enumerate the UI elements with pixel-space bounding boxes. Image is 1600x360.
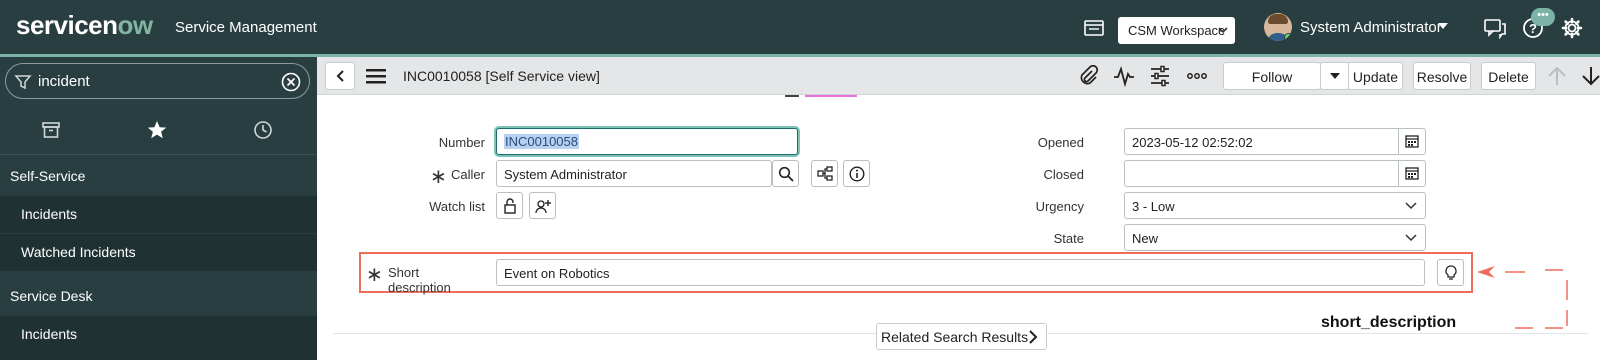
chevron-down-icon [1218,27,1228,34]
form-header: INC0010058 [Self Service view] Follow Up… [317,57,1600,95]
chevron-left-icon [336,70,344,82]
context-menu-icon[interactable] [366,67,386,85]
update-button[interactable]: Update [1348,62,1403,90]
state-select[interactable]: New [1124,224,1426,251]
caller-info-button[interactable] [843,160,870,187]
decorative-mark [805,95,857,97]
delete-button[interactable]: Delete [1481,62,1536,90]
opened-field[interactable]: 2023-05-12 02:52:02 [1124,128,1426,155]
star-icon [147,121,167,139]
workspace-select[interactable]: CSM Workspace [1118,17,1235,44]
chevron-down-icon [1405,202,1417,210]
navigator-filter[interactable]: incident [5,63,310,99]
more-options-icon[interactable] [1186,65,1208,87]
nav-section-service-desk[interactable]: Service Desk [0,278,317,315]
record-title: INC0010058 [Self Service view] [403,68,600,84]
all-applications-tab[interactable] [40,119,62,141]
caller-hierarchy-button[interactable] [811,160,838,187]
servicenow-logo[interactable]: servicenow [16,10,153,41]
number-field[interactable]: INC0010058 [496,128,798,155]
nav-item-incidents[interactable]: Incidents [0,316,317,360]
next-record-icon[interactable] [1580,65,1600,87]
lightbulb-icon [1445,265,1457,280]
chat-notification-badge[interactable]: ••• [1531,8,1555,26]
nav-item-watched-incidents[interactable]: Watched Incidents [0,234,317,271]
watch-list-unlock-button[interactable] [496,192,523,219]
search-icon [778,166,794,182]
state-label: State [1053,231,1084,246]
history-tab[interactable] [252,119,274,141]
app-title: Service Management [175,19,317,36]
chevron-down-icon [1405,234,1417,242]
gear-icon[interactable] [1561,17,1583,39]
opened-calendar-button[interactable] [1398,129,1425,154]
window-icon[interactable] [1083,17,1105,39]
add-user-icon [535,200,551,214]
caller-field[interactable]: System Administrator [496,160,772,187]
chevron-right-icon [1029,330,1038,344]
short-description-label: Short description [388,265,451,295]
nav-section-self-service[interactable]: Self-Service [0,158,317,195]
previous-record-icon[interactable] [1546,65,1568,87]
caret-down-icon[interactable] [1438,22,1448,30]
related-search-results-button[interactable]: Related Search Results [876,323,1047,350]
follow-dropdown-button[interactable] [1320,62,1350,90]
caret-down-icon [1330,73,1340,79]
number-label: Number [438,135,485,150]
online-status-dot [1284,33,1292,41]
clear-filter-icon[interactable] [281,72,301,92]
suggestion-button[interactable] [1437,259,1464,286]
paperclip-icon[interactable] [1077,65,1099,87]
caller-label: Caller [451,167,485,182]
caller-lookup-button[interactable] [772,160,799,187]
navigator-tabs [0,105,317,155]
closed-field[interactable] [1124,160,1426,187]
closed-calendar-button[interactable] [1398,161,1425,186]
closed-label: Closed [1043,167,1084,182]
favorites-tab[interactable] [146,119,168,141]
funnel-icon [14,75,32,90]
urgency-select[interactable]: 3 - Low [1124,192,1426,219]
unlock-icon [504,198,516,214]
decorative-mark [785,95,799,97]
archive-icon [42,122,60,138]
activity-icon[interactable] [1113,65,1135,87]
resolve-button[interactable]: Resolve [1413,62,1471,90]
nav-item-incidents[interactable]: Incidents [0,196,317,233]
application-navigator: incident Self-Service Incidents Watched … [0,57,317,360]
info-icon [849,166,865,182]
org-chart-icon [817,166,833,181]
follow-button[interactable]: Follow [1223,62,1321,90]
top-banner: servicenow Service Management CSM Worksp… [0,0,1600,54]
back-button[interactable] [325,62,355,90]
short-description-field[interactable]: Event on Robotics [496,259,1425,286]
watch-list-label: Watch list [429,199,485,214]
avatar[interactable] [1264,13,1292,41]
calendar-icon [1405,135,1419,148]
add-me-button[interactable] [529,192,556,219]
calendar-icon [1405,167,1419,180]
annotation-label: short_description [1321,314,1457,331]
clock-icon [254,121,272,139]
opened-label: Opened [1037,135,1084,150]
connect-chat-icon[interactable] [1483,17,1506,39]
filter-input[interactable]: incident [38,73,90,90]
urgency-label: Urgency [1035,199,1084,214]
user-name[interactable]: System Administrator [1300,19,1442,36]
annotation-arrow [1477,266,1568,329]
personalize-form-icon[interactable] [1149,65,1171,87]
